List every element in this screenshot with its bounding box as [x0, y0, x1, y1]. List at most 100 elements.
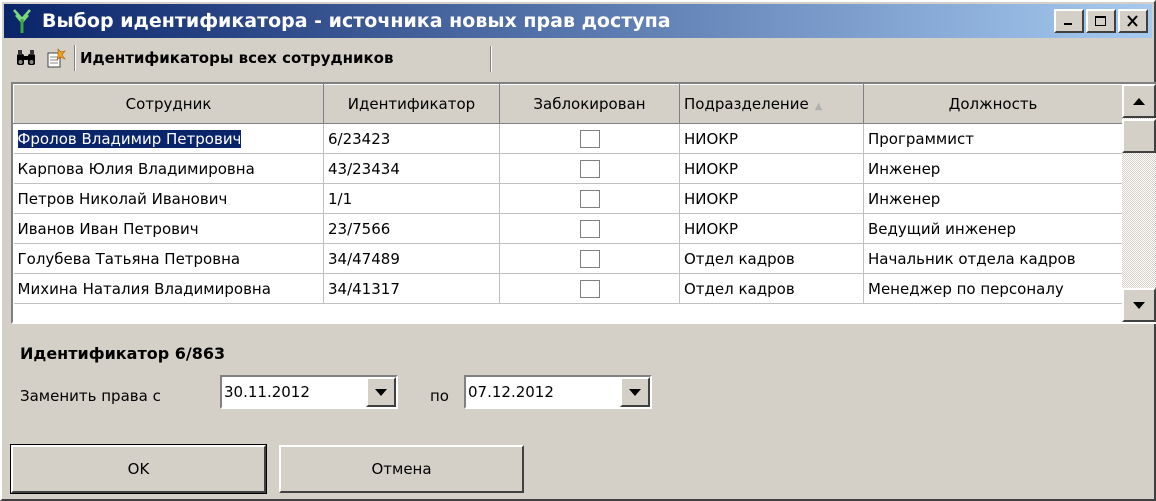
cell-position[interactable]: Программист — [863, 123, 1123, 154]
cell-position[interactable]: Инженер — [863, 183, 1123, 214]
cell-employee-text: Фролов Владимир Петрович — [16, 128, 243, 149]
cell-employee[interactable]: Голубева Татьяна Петровна — [13, 243, 324, 274]
maximize-icon — [1095, 16, 1106, 26]
filter-label[interactable]: Идентификаторы всех сотрудников — [80, 49, 393, 67]
toolbar: Идентификаторы всех сотрудников — [8, 41, 498, 75]
cell-department[interactable]: Отдел кадров — [679, 243, 864, 274]
table-row[interactable]: Голубева Татьяна Петровна 34/47489 Отдел к… — [13, 243, 1123, 274]
filter-wizard-icon[interactable] — [44, 46, 68, 70]
column-header-department[interactable]: Подразделение ▲ — [679, 84, 864, 124]
chevron-down-icon — [375, 388, 387, 396]
cell-department[interactable]: НИОКР — [679, 213, 864, 244]
app-icon — [8, 7, 36, 35]
cell-department-text: Отдел кадров — [684, 279, 795, 298]
date-from-picker[interactable]: 30.11.2012 — [220, 375, 398, 409]
blocked-checkbox[interactable] — [579, 159, 600, 178]
date-to-value[interactable]: 07.12.2012 — [466, 383, 620, 401]
date-from-value[interactable]: 30.11.2012 — [222, 383, 366, 401]
cell-employee[interactable]: Карпова Юлия Владимировна — [13, 153, 324, 184]
cell-identifier-text: 6/23423 — [328, 129, 391, 148]
scroll-down-icon — [1133, 301, 1145, 309]
cell-department-text: НИОКР — [684, 189, 739, 208]
cell-identifier[interactable]: 34/41317 — [323, 273, 500, 304]
scroll-down-button[interactable] — [1122, 288, 1156, 322]
vertical-scrollbar[interactable] — [1122, 84, 1156, 322]
blocked-checkbox[interactable] — [579, 279, 600, 298]
table-row[interactable]: Фролов Владимир Петрович 6/23423 НИОКР Прог… — [13, 123, 1123, 154]
close-icon — [1127, 15, 1138, 27]
cell-employee-text: Петров Николай Иванович — [17, 189, 228, 208]
blocked-checkbox[interactable] — [579, 219, 600, 238]
to-label: по — [430, 387, 449, 405]
cell-identifier[interactable]: 1/1 — [323, 183, 500, 214]
cell-position-text: Ведущий инженер — [868, 219, 1017, 238]
cell-blocked — [499, 183, 680, 214]
date-to-dropdown-button[interactable] — [620, 377, 650, 407]
cell-identifier[interactable]: 34/47489 — [323, 243, 500, 274]
cell-identifier[interactable]: 6/23423 — [323, 123, 500, 154]
binoculars-icon[interactable] — [14, 46, 38, 70]
toolbar-separator — [74, 45, 76, 71]
column-header-position[interactable]: Должность — [863, 84, 1123, 124]
blocked-checkbox[interactable] — [579, 189, 600, 208]
replace-rights-label: Заменить права с — [20, 387, 161, 405]
minimize-icon — [1064, 23, 1072, 25]
cell-blocked — [499, 213, 680, 244]
cell-department[interactable]: НИОКР — [679, 123, 864, 154]
cell-position[interactable]: Начальник отдела кадров — [863, 243, 1123, 274]
toolbar-separator-end — [490, 46, 492, 72]
table-row[interactable]: Иванов Иван Петрович 23/7566 НИОКР Ведущий … — [13, 213, 1123, 244]
column-header-identifier[interactable]: Идентификатор — [323, 84, 500, 124]
cell-position-text: Начальник отдела кадров — [868, 249, 1076, 268]
cell-department-text: Отдел кадров — [684, 249, 795, 268]
close-button[interactable] — [1118, 9, 1148, 33]
maximize-button[interactable] — [1086, 9, 1116, 33]
cell-department[interactable]: Отдел кадров — [679, 273, 864, 304]
cell-identifier-text: 34/47489 — [328, 249, 400, 268]
cell-identifier-text: 1/1 — [328, 189, 353, 208]
scroll-thumb[interactable] — [1122, 119, 1156, 153]
cell-employee-text: Голубева Татьяна Петровна — [17, 249, 241, 268]
date-to-picker[interactable]: 07.12.2012 — [464, 375, 652, 409]
table-row[interactable]: Карпова Юлия Владимировна 43/23434 НИОКР Ин… — [13, 153, 1123, 184]
dialog-window: Выбор идентификатора - источника новых п… — [0, 0, 1156, 501]
cell-position[interactable]: Ведущий инженер — [863, 213, 1123, 244]
cell-employee-text: Иванов Иван Петрович — [17, 219, 199, 238]
cell-identifier[interactable]: 23/7566 — [323, 213, 500, 244]
ok-button[interactable]: OK — [10, 444, 267, 494]
cancel-button[interactable]: Отмена — [279, 445, 524, 493]
cell-department-text: НИОКР — [684, 159, 739, 178]
cell-employee[interactable]: Петров Николай Иванович — [13, 183, 324, 214]
cell-identifier-text: 34/41317 — [328, 279, 400, 298]
column-header-employee[interactable]: Сотрудник — [13, 84, 324, 124]
cell-employee[interactable]: Иванов Иван Петрович — [13, 213, 324, 244]
employees-table: Сотрудник Идентификатор Заблокирован Под… — [13, 84, 1123, 304]
column-header-blocked[interactable]: Заблокирован — [499, 84, 680, 124]
table-row[interactable]: Михина Наталия Владимировна 34/41317 Отдел… — [13, 273, 1123, 304]
title-bar[interactable]: Выбор идентификатора - источника новых п… — [4, 4, 1152, 38]
blocked-checkbox[interactable] — [579, 249, 600, 268]
sort-ascending-icon: ▲ — [814, 101, 823, 112]
cell-department[interactable]: НИОКР — [679, 153, 864, 184]
cell-blocked — [499, 123, 680, 154]
scroll-up-button[interactable] — [1122, 84, 1156, 118]
date-from-dropdown-button[interactable] — [366, 377, 396, 407]
employees-grid[interactable]: Сотрудник Идентификатор Заблокирован Под… — [11, 82, 1156, 324]
cell-position[interactable]: Инженер — [863, 153, 1123, 184]
identifier-label: Идентификатор 6/863 — [20, 344, 226, 363]
header-row: Сотрудник Идентификатор Заблокирован Под… — [13, 84, 1123, 124]
cell-identifier-text: 43/23434 — [328, 159, 400, 178]
cell-employee-text: Михина Наталия Владимировна — [17, 279, 271, 298]
cell-position-text: Инженер — [868, 159, 941, 178]
cell-blocked — [499, 243, 680, 274]
cell-identifier-text: 23/7566 — [328, 219, 391, 238]
table-row[interactable]: Петров Николай Иванович 1/1 НИОКР Инженер — [13, 183, 1123, 214]
blocked-checkbox[interactable] — [579, 129, 600, 148]
cell-identifier[interactable]: 43/23434 — [323, 153, 500, 184]
cell-employee[interactable]: Михина Наталия Владимировна — [13, 273, 324, 304]
cell-position[interactable]: Менеджер по персоналу — [863, 273, 1123, 304]
cell-department-text: НИОКР — [684, 129, 739, 148]
minimize-button[interactable] — [1054, 9, 1084, 33]
cell-employee[interactable]: Фролов Владимир Петрович — [13, 123, 324, 154]
cell-department[interactable]: НИОКР — [679, 183, 864, 214]
